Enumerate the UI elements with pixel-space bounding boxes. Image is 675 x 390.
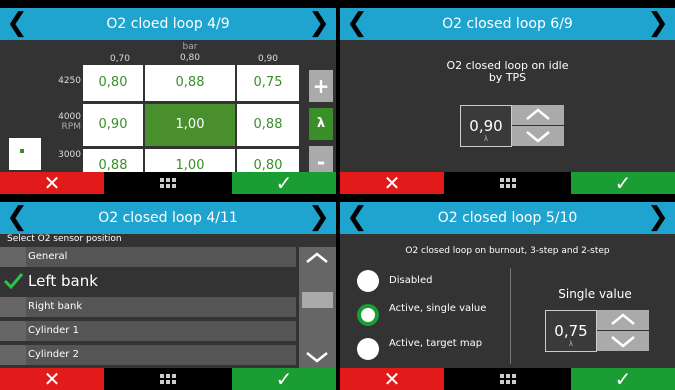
list-item-selected[interactable]: Left bank: [0, 271, 296, 291]
check-icon: [3, 273, 24, 290]
single-value-label: Single value: [558, 287, 632, 301]
header: ❮ O2 closed loop 6/9 ❯: [340, 8, 675, 40]
column-unit: bar: [182, 42, 198, 52]
grid-menu-icon: [160, 178, 176, 188]
next-arrow-icon[interactable]: ❯: [641, 8, 675, 40]
menu-button[interactable]: [444, 172, 571, 194]
radio-single-value[interactable]: [357, 304, 379, 326]
map-cell[interactable]: 0,80: [83, 65, 143, 101]
next-arrow-icon[interactable]: ❯: [641, 202, 675, 234]
option-label: Active, single value: [389, 303, 487, 314]
scrollbar[interactable]: [299, 247, 336, 368]
row-header: 3000: [58, 150, 81, 160]
plus-button[interactable]: +: [309, 70, 333, 102]
map-cell[interactable]: 0,88: [145, 65, 235, 101]
header: ❮ O2 closed loop 4/11 ❯: [0, 202, 336, 234]
footer: ✕ ✓: [340, 368, 675, 390]
unit-text: λ: [483, 135, 489, 143]
increase-button[interactable]: [512, 105, 564, 126]
map-cell[interactable]: 0,90: [83, 104, 143, 146]
row-header: 4000: [58, 112, 81, 122]
column-header: 0,70: [109, 54, 131, 64]
list-heading: Select O2 sensor position: [7, 234, 122, 244]
option-label: Disabled: [389, 275, 433, 286]
header: ❮ O2 closed loop 5/10 ❯: [340, 202, 675, 234]
chevron-up-icon: [611, 313, 635, 325]
value-text: 0,75: [554, 322, 588, 340]
position-dot-icon: [20, 149, 24, 153]
setting-label: O2 closed loop on idle by TPS: [446, 59, 569, 84]
chevron-down-icon: [611, 336, 635, 348]
lambda-button[interactable]: λ: [309, 108, 333, 140]
radio-target-map[interactable]: [357, 338, 379, 360]
scroll-thumb[interactable]: [302, 292, 333, 308]
value-display[interactable]: 0,75 λ: [545, 310, 597, 352]
confirm-button[interactable]: ✓: [232, 172, 336, 194]
divider: [510, 268, 511, 364]
list-item[interactable]: Cylinder 1: [0, 321, 296, 341]
grid-menu-icon: [499, 374, 516, 384]
scroll-up-icon[interactable]: [299, 247, 336, 269]
page-title: O2 closed loop 6/9: [442, 16, 573, 32]
footer: ✕ ✓: [0, 172, 336, 194]
prev-arrow-icon[interactable]: ❮: [0, 8, 34, 40]
row-header: 4250: [58, 76, 81, 86]
confirm-button[interactable]: ✓: [232, 368, 336, 390]
panel-o2-map: ❮ O2 cloed loop 4/9 ❯ bar 0,70 0,80 0,90…: [0, 8, 336, 194]
increase-button[interactable]: [597, 310, 649, 331]
unit-text: λ: [568, 340, 574, 348]
map-cell-selected[interactable]: 1,00: [145, 104, 235, 146]
header: ❮ O2 cloed loop 4/9 ❯: [0, 8, 336, 40]
next-arrow-icon[interactable]: ❯: [302, 8, 336, 40]
grid-menu-icon: [499, 178, 516, 188]
option-label: Active, target map: [389, 338, 483, 349]
rpm-label: RPM: [61, 122, 81, 132]
footer: ✕ ✓: [0, 368, 336, 390]
scroll-down-icon[interactable]: [299, 346, 336, 368]
list-item[interactable]: Cylinder 2: [0, 345, 296, 365]
footer: ✕ ✓: [340, 172, 675, 194]
map-cell[interactable]: 0,75: [237, 65, 299, 101]
list-item[interactable]: General: [0, 247, 296, 267]
page-title: O2 closed loop 4/11: [98, 210, 238, 226]
page-title: O2 cloed loop 4/9: [106, 16, 230, 32]
menu-button[interactable]: [104, 172, 232, 194]
chevron-down-icon: [526, 131, 550, 143]
next-arrow-icon[interactable]: ❯: [302, 202, 336, 234]
chevron-up-icon: [526, 108, 550, 120]
menu-button[interactable]: [104, 368, 232, 390]
prev-arrow-icon[interactable]: ❮: [0, 202, 34, 234]
list-item[interactable]: Right bank: [0, 297, 296, 317]
decrease-button[interactable]: [597, 331, 649, 351]
value-display[interactable]: 0,90 λ: [460, 105, 512, 147]
prev-arrow-icon[interactable]: ❮: [340, 8, 374, 40]
page-title: O2 closed loop 5/10: [437, 210, 578, 226]
panel-idle-tps: ❮ O2 closed loop 6/9 ❯ O2 closed loop on…: [340, 8, 675, 194]
column-header: 0,80: [179, 53, 201, 63]
radio-disabled[interactable]: [357, 270, 379, 292]
map-cell[interactable]: 0,88: [237, 104, 299, 146]
cancel-button[interactable]: ✕: [340, 368, 444, 390]
panel-burnout: ❮ O2 closed loop 5/10 ❯ O2 closed loop o…: [340, 202, 675, 390]
column-header: 0,90: [257, 54, 279, 64]
cancel-button[interactable]: ✕: [0, 172, 104, 194]
panel-sensor-position: ❮ O2 closed loop 4/11 ❯ Select O2 sensor…: [0, 202, 336, 390]
value-text: 0,90: [469, 117, 503, 135]
setting-label: O2 closed loop on burnout, 3-step and 2-…: [405, 246, 610, 256]
confirm-button[interactable]: ✓: [571, 368, 675, 390]
grid-menu-icon: [160, 374, 176, 384]
position-indicator: [9, 138, 41, 170]
prev-arrow-icon[interactable]: ❮: [340, 202, 374, 234]
cancel-button[interactable]: ✕: [0, 368, 104, 390]
decrease-button[interactable]: [512, 126, 564, 146]
confirm-button[interactable]: ✓: [571, 172, 675, 194]
cancel-button[interactable]: ✕: [340, 172, 444, 194]
menu-button[interactable]: [444, 368, 571, 390]
